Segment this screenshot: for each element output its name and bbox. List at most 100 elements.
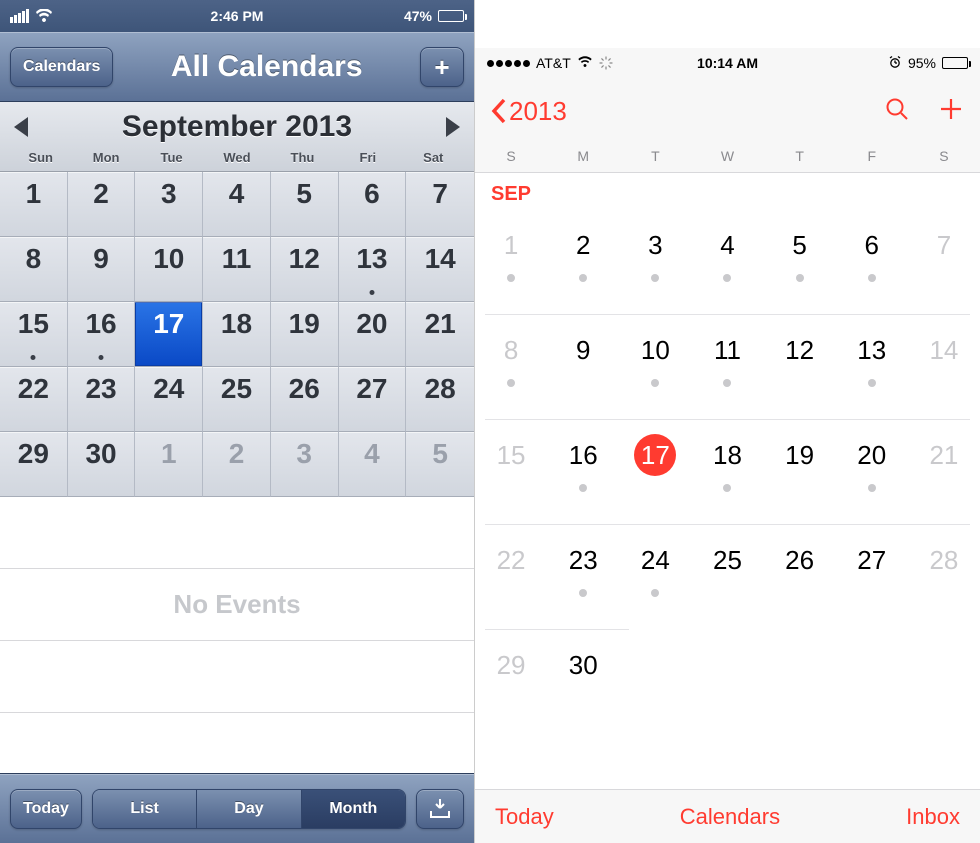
day-cell[interactable]: 5 [406, 432, 474, 497]
day-number: 21 [923, 434, 965, 476]
next-month-button[interactable] [446, 117, 460, 137]
day-cell[interactable]: 15 [0, 302, 68, 367]
day-cell[interactable]: 3 [271, 432, 339, 497]
events-list: No Events [0, 497, 474, 773]
day-cell[interactable]: 3 [135, 172, 203, 237]
day-cell[interactable]: 12 [271, 237, 339, 302]
calendars-button[interactable]: Calendars [10, 47, 113, 87]
day-cell[interactable]: 19 [271, 302, 339, 367]
inbox-button[interactable] [416, 789, 464, 829]
event-dot-icon [507, 274, 515, 282]
day-cell[interactable]: 29 [0, 432, 68, 497]
event-dot-icon [651, 274, 659, 282]
day-cell[interactable]: 10 [619, 315, 691, 419]
day-cell[interactable]: 2 [547, 210, 619, 314]
day-cell[interactable]: 1 [0, 172, 68, 237]
day-cell[interactable]: 15 [475, 420, 547, 524]
day-cell[interactable]: 9 [547, 315, 619, 419]
day-cell[interactable]: 8 [0, 237, 68, 302]
day-cell[interactable]: 27 [339, 367, 407, 432]
day-cell[interactable]: 11 [203, 237, 271, 302]
day-cell[interactable]: 22 [0, 367, 68, 432]
day-cell[interactable]: 1 [475, 210, 547, 314]
day-cell[interactable]: 28 [406, 367, 474, 432]
day-cell[interactable]: 14 [406, 237, 474, 302]
day-cell[interactable]: 24 [135, 367, 203, 432]
day-cell[interactable]: 11 [691, 315, 763, 419]
day-cell[interactable]: 16 [68, 302, 136, 367]
day-cell[interactable]: 18 [691, 420, 763, 524]
inbox-button[interactable]: Inbox [906, 804, 960, 830]
day-number: 19 [779, 434, 821, 476]
today-button[interactable]: Today [495, 804, 554, 830]
seg-list[interactable]: List [93, 790, 197, 828]
ios6-calendar-screen: 2:46 PM 47% Calendars All Calendars + Se… [0, 0, 475, 843]
seg-month[interactable]: Month [302, 790, 405, 828]
search-button[interactable] [884, 96, 910, 127]
no-events-label: No Events [173, 589, 300, 620]
day-cell[interactable]: 18 [203, 302, 271, 367]
day-cell[interactable]: 21 [406, 302, 474, 367]
event-dot-icon [579, 274, 587, 282]
day-number: 29 [490, 644, 532, 686]
event-dot-icon [868, 484, 876, 492]
month-label: SEP [475, 173, 980, 210]
day-cell[interactable]: 17 [619, 420, 691, 524]
day-cell[interactable]: 6 [836, 210, 908, 314]
calendars-button[interactable]: Calendars [680, 804, 780, 830]
view-segmented-control[interactable]: ListDayMonth [92, 789, 406, 829]
day-number: 18 [706, 434, 748, 476]
day-cell[interactable]: 26 [271, 367, 339, 432]
day-cell[interactable]: 8 [475, 315, 547, 419]
day-cell[interactable]: 10 [135, 237, 203, 302]
day-cell[interactable]: 12 [764, 315, 836, 419]
day-cell[interactable]: 19 [764, 420, 836, 524]
event-dot-icon [31, 355, 36, 360]
day-cell[interactable]: 17 [135, 302, 203, 367]
event-dot-icon [796, 274, 804, 282]
seg-day[interactable]: Day [197, 790, 301, 828]
day-cell[interactable]: 26 [764, 525, 836, 629]
day-cell[interactable]: 27 [836, 525, 908, 629]
day-cell[interactable]: 13 [836, 315, 908, 419]
day-cell[interactable]: 5 [271, 172, 339, 237]
day-cell[interactable]: 4 [691, 210, 763, 314]
prev-month-button[interactable] [14, 117, 28, 137]
day-cell[interactable]: 16 [547, 420, 619, 524]
activity-spinner-icon [599, 56, 613, 70]
day-cell[interactable]: 14 [908, 315, 980, 419]
add-event-button[interactable]: + [420, 47, 464, 87]
day-cell[interactable]: 23 [68, 367, 136, 432]
day-cell[interactable]: 4 [203, 172, 271, 237]
status-bar: 2:46 PM 47% [0, 0, 474, 32]
day-cell[interactable]: 4 [339, 432, 407, 497]
day-cell[interactable]: 28 [908, 525, 980, 629]
day-cell[interactable]: 7 [908, 210, 980, 314]
day-cell[interactable]: 25 [691, 525, 763, 629]
day-cell[interactable]: 30 [547, 630, 619, 702]
day-cell[interactable]: 3 [619, 210, 691, 314]
today-button[interactable]: Today [10, 789, 82, 829]
day-cell[interactable]: 7 [406, 172, 474, 237]
day-cell[interactable]: 30 [68, 432, 136, 497]
add-event-button[interactable] [938, 96, 964, 127]
day-cell[interactable]: 24 [619, 525, 691, 629]
day-cell[interactable]: 6 [339, 172, 407, 237]
day-cell[interactable]: 1 [135, 432, 203, 497]
day-cell[interactable]: 5 [764, 210, 836, 314]
day-cell[interactable]: 2 [68, 172, 136, 237]
dow-label: W [691, 148, 763, 164]
day-cell[interactable]: 21 [908, 420, 980, 524]
dow-label: T [619, 148, 691, 164]
day-cell[interactable]: 23 [547, 525, 619, 629]
day-cell[interactable]: 29 [475, 630, 547, 702]
day-cell[interactable]: 2 [203, 432, 271, 497]
back-button[interactable]: 2013 [491, 96, 567, 127]
day-cell[interactable]: 13 [339, 237, 407, 302]
day-cell[interactable]: 25 [203, 367, 271, 432]
day-cell[interactable]: 9 [68, 237, 136, 302]
day-cell[interactable]: 20 [339, 302, 407, 367]
day-number: 12 [779, 329, 821, 371]
day-cell[interactable]: 20 [836, 420, 908, 524]
day-cell[interactable]: 22 [475, 525, 547, 629]
